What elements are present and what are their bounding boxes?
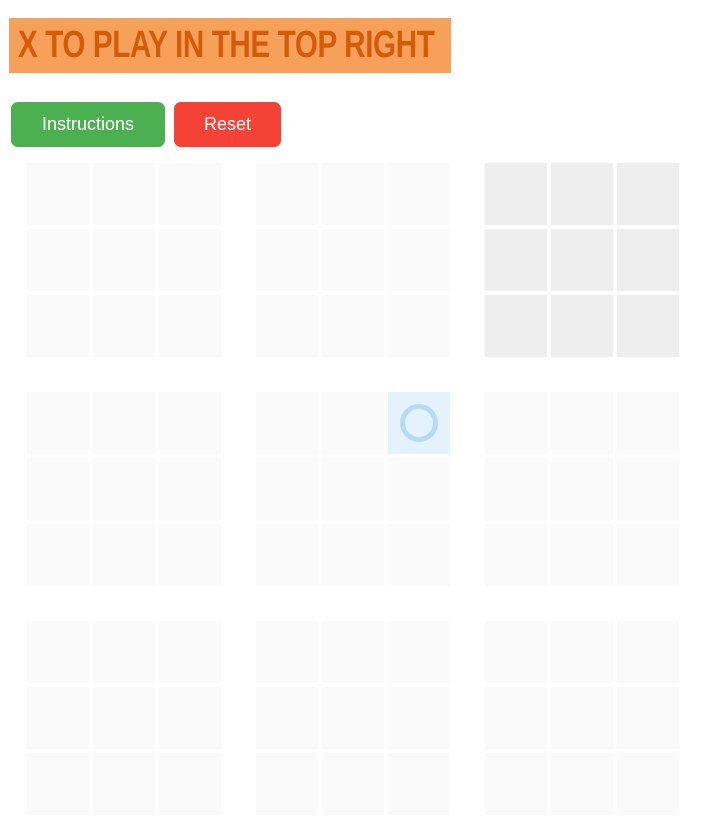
board-cell[interactable] xyxy=(617,687,679,749)
board-cell[interactable] xyxy=(388,295,450,357)
board-cell[interactable] xyxy=(93,458,155,520)
status-banner: X TO PLAY IN THE TOP RIGHT xyxy=(9,18,451,73)
small-board-middle-center xyxy=(256,392,450,586)
board-cell[interactable] xyxy=(388,753,450,815)
board-cell[interactable] xyxy=(485,392,547,454)
board-cell[interactable] xyxy=(159,524,221,586)
board-cell[interactable] xyxy=(256,229,318,291)
board-cell[interactable] xyxy=(551,621,613,683)
board-cell[interactable] xyxy=(93,392,155,454)
board-cell[interactable] xyxy=(388,458,450,520)
board-cell[interactable] xyxy=(159,163,221,225)
board-cell[interactable] xyxy=(159,229,221,291)
board-cell[interactable] xyxy=(388,229,450,291)
board-cell[interactable] xyxy=(388,621,450,683)
o-mark-icon xyxy=(400,404,438,442)
board-cell[interactable] xyxy=(617,229,679,291)
board-cell[interactable] xyxy=(159,687,221,749)
board-cell[interactable] xyxy=(322,458,384,520)
board-cell[interactable] xyxy=(551,392,613,454)
board-cell[interactable] xyxy=(322,753,384,815)
board-cell[interactable] xyxy=(485,753,547,815)
board-cell[interactable] xyxy=(93,524,155,586)
board-cell[interactable] xyxy=(485,163,547,225)
board-cell[interactable] xyxy=(551,163,613,225)
small-board-bottom-left xyxy=(27,621,221,815)
board-cell[interactable] xyxy=(93,687,155,749)
small-board-top-left xyxy=(27,163,221,357)
board-cell[interactable] xyxy=(27,295,89,357)
board-cell[interactable] xyxy=(27,392,89,454)
board-cell[interactable] xyxy=(256,392,318,454)
board-cell[interactable] xyxy=(388,524,450,586)
board-cell[interactable] xyxy=(27,753,89,815)
small-board-bottom-right xyxy=(485,621,679,815)
board-cell[interactable] xyxy=(617,524,679,586)
small-board-top-center xyxy=(256,163,450,357)
board-cell[interactable] xyxy=(93,621,155,683)
board-cell[interactable] xyxy=(551,458,613,520)
board-cell[interactable] xyxy=(388,687,450,749)
board-cell[interactable] xyxy=(256,621,318,683)
board-cell[interactable] xyxy=(159,458,221,520)
board-cell[interactable] xyxy=(256,295,318,357)
small-board-middle-right xyxy=(485,392,679,586)
board-cell[interactable] xyxy=(93,229,155,291)
board-cell[interactable] xyxy=(485,458,547,520)
board-cell[interactable] xyxy=(551,229,613,291)
board-cell[interactable] xyxy=(27,229,89,291)
reset-button[interactable]: Reset xyxy=(174,102,281,147)
board-cell[interactable] xyxy=(256,753,318,815)
board-cell[interactable] xyxy=(93,753,155,815)
board-cell[interactable] xyxy=(617,392,679,454)
board-cell[interactable] xyxy=(322,295,384,357)
board-cell[interactable] xyxy=(551,753,613,815)
board-cell[interactable] xyxy=(322,163,384,225)
board-cell[interactable] xyxy=(388,392,450,454)
board-cell[interactable] xyxy=(485,524,547,586)
board-cell[interactable] xyxy=(617,753,679,815)
board-cell[interactable] xyxy=(27,621,89,683)
board-cell[interactable] xyxy=(27,687,89,749)
board-cell[interactable] xyxy=(27,163,89,225)
board-cell[interactable] xyxy=(322,687,384,749)
board-cell[interactable] xyxy=(159,621,221,683)
board-cell[interactable] xyxy=(256,524,318,586)
board-cell[interactable] xyxy=(485,621,547,683)
board-cell[interactable] xyxy=(93,295,155,357)
board-cell[interactable] xyxy=(27,458,89,520)
board-cell[interactable] xyxy=(159,295,221,357)
board-cell[interactable] xyxy=(485,229,547,291)
board-cell[interactable] xyxy=(27,524,89,586)
board-cell[interactable] xyxy=(551,687,613,749)
board-cell[interactable] xyxy=(256,163,318,225)
board-cell[interactable] xyxy=(551,295,613,357)
board-cell[interactable] xyxy=(159,753,221,815)
ultimate-board xyxy=(27,163,679,817)
board-cell[interactable] xyxy=(322,392,384,454)
board-cell[interactable] xyxy=(485,295,547,357)
board-cell[interactable] xyxy=(551,524,613,586)
board-cell[interactable] xyxy=(617,621,679,683)
board-cell[interactable] xyxy=(256,458,318,520)
board-cell[interactable] xyxy=(617,295,679,357)
board-cell[interactable] xyxy=(93,163,155,225)
board-cell[interactable] xyxy=(485,687,547,749)
small-board-middle-left xyxy=(27,392,221,586)
board-cell[interactable] xyxy=(617,163,679,225)
turn-status-text: X TO PLAY IN THE TOP RIGHT xyxy=(18,24,435,66)
board-cell[interactable] xyxy=(322,229,384,291)
board-cell[interactable] xyxy=(159,392,221,454)
board-cell[interactable] xyxy=(388,163,450,225)
board-cell[interactable] xyxy=(617,458,679,520)
board-cell[interactable] xyxy=(322,524,384,586)
small-board-top-right xyxy=(485,163,679,357)
board-cell[interactable] xyxy=(322,621,384,683)
small-board-bottom-center xyxy=(256,621,450,815)
board-cell[interactable] xyxy=(256,687,318,749)
instructions-button[interactable]: Instructions xyxy=(11,102,165,147)
